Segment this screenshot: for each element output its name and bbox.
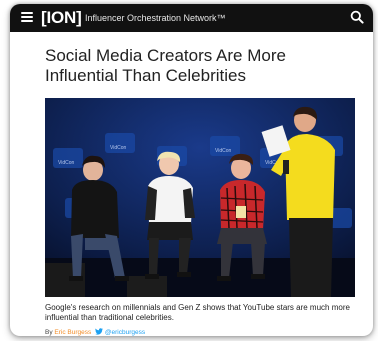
backdrop-text: VidCon bbox=[215, 148, 232, 154]
author-link[interactable]: Eric Burgess bbox=[54, 329, 91, 336]
photo-illustration: VidCon VidCon VidCon VidCon VidCon VidCo… bbox=[45, 98, 355, 297]
site-tagline: Influencer Orchestration Network™ bbox=[85, 13, 226, 23]
site-logo[interactable]: [ION] bbox=[41, 8, 82, 28]
backdrop-text: VidCon bbox=[110, 145, 127, 151]
article-photo[interactable]: VidCon VidCon VidCon VidCon VidCon VidCo… bbox=[45, 98, 355, 297]
search-icon[interactable] bbox=[350, 10, 364, 24]
hamburger-menu-icon[interactable] bbox=[21, 12, 33, 22]
top-bar: [ION] Influencer Orchestration Network™ bbox=[10, 4, 373, 32]
backdrop-text: VidCon bbox=[58, 160, 75, 166]
twitter-handle-link[interactable]: @ericburgess bbox=[105, 329, 145, 336]
byline: By Eric Burgess @ericburgess bbox=[45, 328, 145, 336]
article-card[interactable]: [ION] Influencer Orchestration Network™ … bbox=[10, 4, 373, 336]
article-summary: Google's research on millennials and Gen… bbox=[45, 303, 350, 322]
article-title[interactable]: Social Media Creators Are More Influenti… bbox=[45, 46, 355, 86]
twitter-bird-icon bbox=[95, 328, 104, 335]
byline-prefix: By bbox=[45, 329, 53, 336]
